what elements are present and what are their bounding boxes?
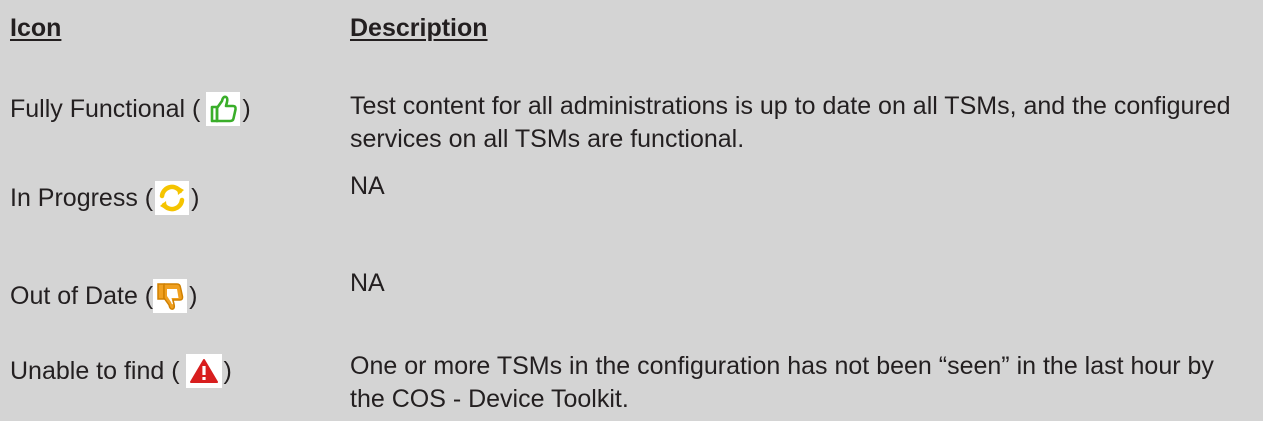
- status-label-close: ): [242, 95, 251, 123]
- description-unable-to-find: One or more TSMs in the configuration ha…: [350, 352, 1214, 413]
- refresh-icon: [155, 181, 190, 215]
- status-label-close: ): [223, 357, 232, 385]
- status-label-fully-functional: Fully Functional ( ): [10, 92, 251, 126]
- description-column-header: Description: [350, 14, 488, 42]
- status-label-unable-to-find: Unable to find ( ): [10, 354, 232, 388]
- description-out-of-date: NA: [350, 269, 385, 297]
- status-label-text: Fully Functional (: [10, 95, 201, 123]
- status-label-text: Unable to find (: [10, 357, 180, 385]
- status-label-text: In Progress (: [10, 184, 154, 212]
- icon-column-header: Icon: [10, 14, 62, 42]
- status-label-close: ): [191, 184, 200, 212]
- description-in-progress: NA: [350, 172, 385, 200]
- status-label-out-of-date: Out of Date ( ): [10, 279, 197, 313]
- thumbs-down-icon: [153, 279, 188, 313]
- status-label-close: ): [189, 282, 198, 310]
- status-label-in-progress: In Progress ( ): [10, 181, 199, 215]
- thumbs-up-icon: [206, 92, 241, 126]
- status-label-text: Out of Date (: [10, 282, 154, 310]
- description-fully-functional: Test content for all administrations is …: [350, 92, 1231, 153]
- warning-icon: [185, 354, 222, 388]
